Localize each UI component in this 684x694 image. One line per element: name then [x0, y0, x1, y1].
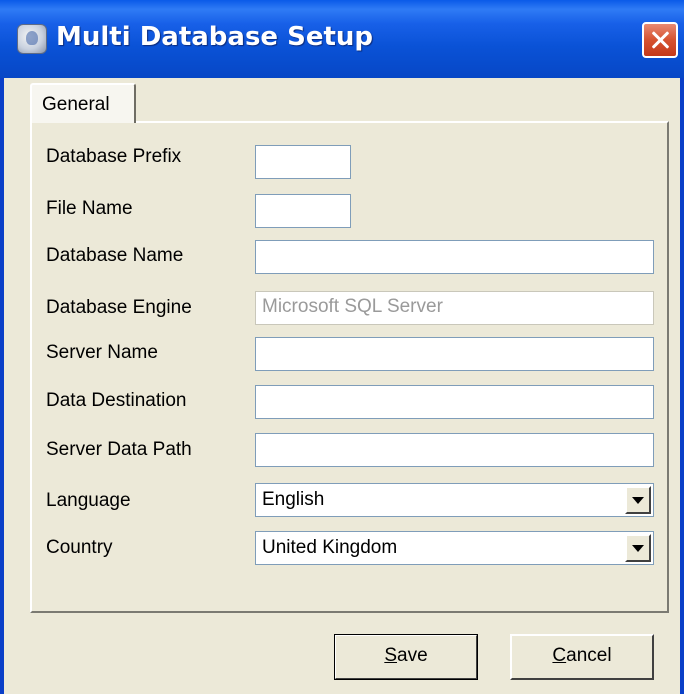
- database-prefix-input[interactable]: [255, 145, 351, 179]
- cancel-label-rest: ancel: [566, 645, 612, 666]
- window-border-left: [0, 78, 4, 694]
- data-destination-input[interactable]: [255, 385, 654, 419]
- server-data-path-label: Server Data Path: [46, 439, 192, 460]
- country-selected-value: United Kingdom: [262, 537, 398, 558]
- server-name-input[interactable]: [255, 337, 654, 371]
- database-name-input[interactable]: [255, 240, 654, 274]
- tab-general-label: General: [42, 94, 110, 115]
- data-destination-label: Data Destination: [46, 390, 187, 411]
- server-data-path-input[interactable]: [255, 433, 654, 467]
- language-selected-value: English: [262, 489, 325, 510]
- app-icon: [17, 24, 47, 54]
- close-button[interactable]: [642, 22, 678, 58]
- save-button[interactable]: Save: [334, 634, 478, 680]
- server-name-label: Server Name: [46, 342, 158, 363]
- database-name-label: Database Name: [46, 245, 184, 266]
- language-select[interactable]: English: [255, 483, 654, 517]
- save-label-rest: ave: [397, 645, 428, 666]
- tab-general[interactable]: General: [30, 83, 136, 123]
- save-mnemonic: S: [384, 645, 398, 666]
- window-border-right: [680, 78, 684, 694]
- cancel-button[interactable]: Cancel: [510, 634, 654, 680]
- database-engine-label: Database Engine: [46, 297, 192, 318]
- chevron-down-icon[interactable]: [625, 486, 651, 514]
- file-name-label: File Name: [46, 198, 133, 219]
- language-label: Language: [46, 490, 131, 511]
- database-engine-input: Microsoft SQL Server: [255, 291, 654, 325]
- window-title: Multi Database Setup: [56, 22, 374, 52]
- database-prefix-label: Database Prefix: [46, 146, 182, 167]
- chevron-down-icon[interactable]: [625, 534, 651, 562]
- title-bar[interactable]: Multi Database Setup: [0, 0, 684, 78]
- cancel-mnemonic: C: [552, 645, 567, 666]
- country-label: Country: [46, 537, 113, 558]
- file-name-input[interactable]: [255, 194, 351, 228]
- country-select[interactable]: United Kingdom: [255, 531, 654, 565]
